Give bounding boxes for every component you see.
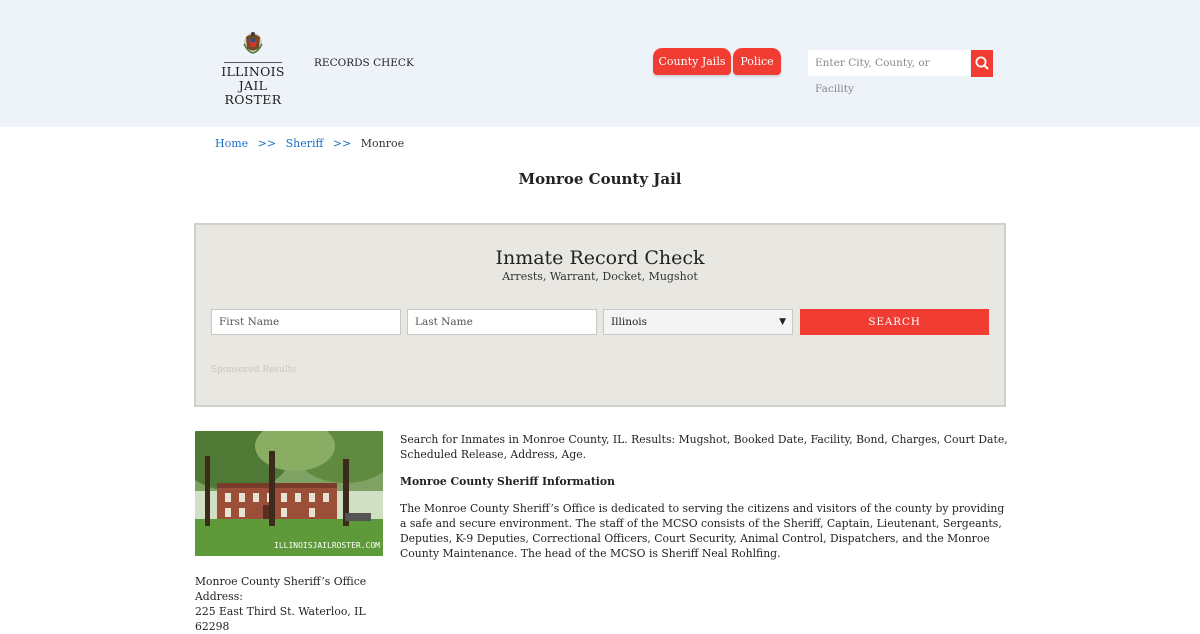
sheriff-info-text: The Monroe County Sheriff’s Office is de… [400, 502, 1005, 560]
illinois-seal-icon [243, 32, 263, 54]
breadcrumb-current: Monroe [360, 137, 405, 150]
panel-title: Inmate Record Check [495, 247, 705, 269]
chevron-down-icon: ▼ [779, 317, 786, 327]
site-header: ILLINOIS JAIL ROSTER RECORDS CHECK Count… [0, 0, 1200, 127]
breadcrumb-separator: >> [332, 137, 352, 150]
site-logo[interactable]: ILLINOIS JAIL ROSTER [212, 28, 294, 107]
logo-text-line2: JAIL ROSTER [224, 78, 282, 107]
breadcrumb-home-link[interactable]: Home [215, 137, 248, 150]
records-check-link[interactable]: RECORDS CHECK [314, 57, 414, 69]
nav-police-button[interactable]: Police [733, 48, 781, 75]
panel-subtitle: Arrests, Warrant, Docket, Mugshot [502, 270, 698, 283]
breadcrumb-separator: >> [257, 137, 277, 150]
sponsored-results-label: Sponsored Results [211, 365, 297, 375]
search-icon [975, 56, 989, 70]
inmate-record-check-panel: Inmate Record Check Arrests, Warrant, Do… [194, 223, 1006, 407]
breadcrumb: Home >> Sheriff >> Monroe [215, 137, 404, 150]
facility-search-input[interactable]: Enter City, County, or Facility [808, 50, 970, 95]
sheriff-office-photo: ILLINOISJAILROSTER.COM [195, 431, 383, 556]
logo-divider [224, 62, 282, 63]
state-select[interactable]: Illinois ▼ [603, 309, 793, 335]
first-name-input[interactable]: First Name [211, 309, 401, 335]
page-title: Monroe County Jail [518, 170, 682, 188]
office-address: Monroe County Sheriff’s Office Address: … [195, 574, 395, 634]
section-heading: Monroe County Sheriff Information [400, 475, 615, 488]
nav-county-jails-button[interactable]: County Jails [653, 48, 731, 75]
last-name-input[interactable]: Last Name [407, 309, 597, 335]
address-label: Monroe County Sheriff’s Office Address: [195, 575, 367, 603]
photo-watermark: ILLINOISJAILROSTER.COM [274, 541, 380, 550]
facility-search-button[interactable] [971, 50, 993, 77]
address-value: 225 East Third St. Waterloo, IL 62298 [195, 605, 366, 633]
intro-text: Search for Inmates in Monroe County, IL.… [400, 433, 1008, 461]
breadcrumb-sheriff-link[interactable]: Sheriff [286, 137, 324, 150]
logo-text-line1: ILLINOIS [221, 64, 285, 79]
jail-description: Search for Inmates in Monroe County, IL.… [400, 432, 1008, 573]
state-select-value: Illinois [611, 316, 648, 328]
record-search-button[interactable]: SEARCH [800, 309, 989, 335]
